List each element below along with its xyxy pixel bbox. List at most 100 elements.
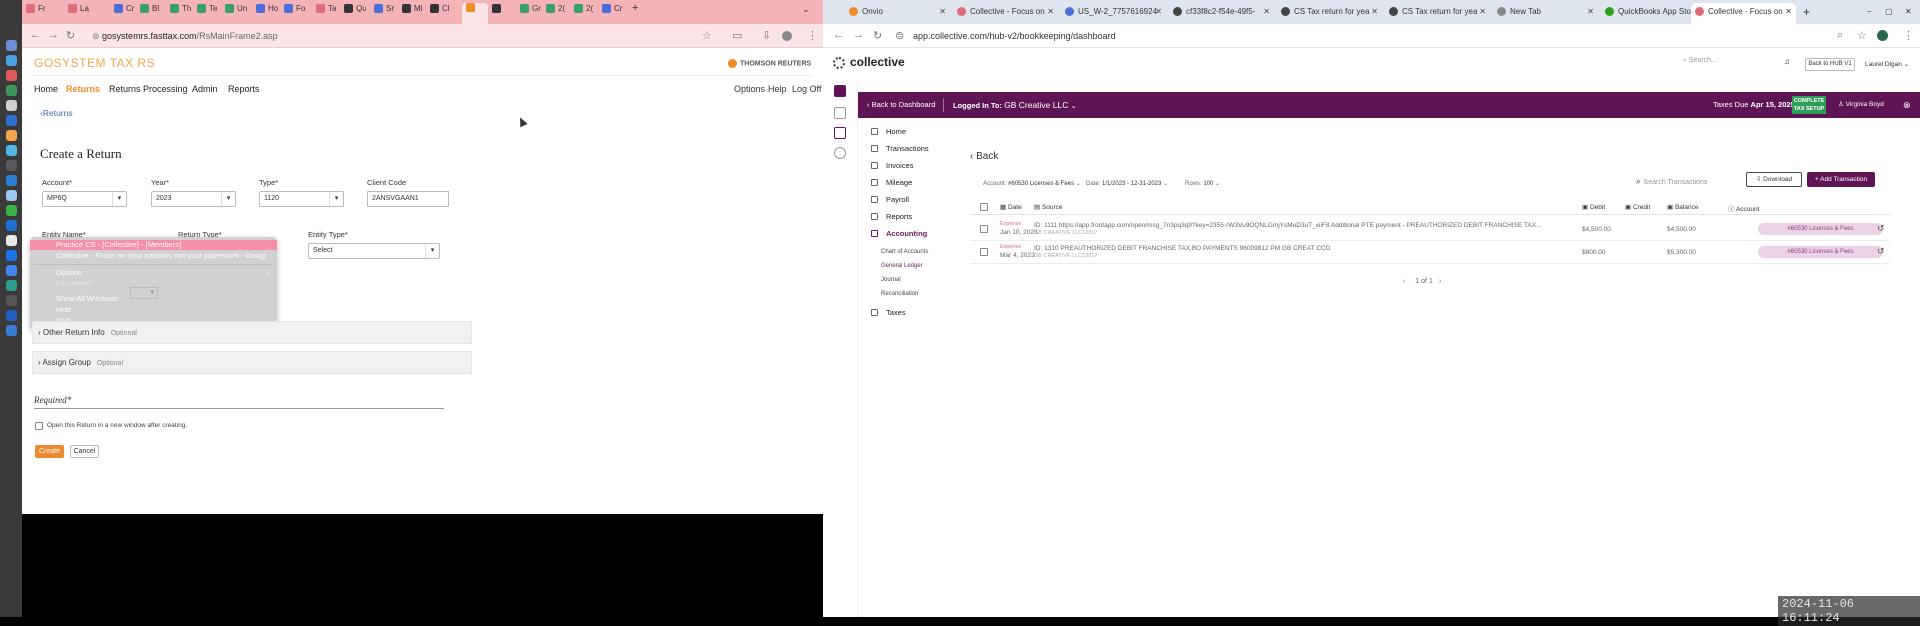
context-menu-window-item[interactable]: Practice CS - [Collective] - [Members] <box>30 240 277 250</box>
account-filter[interactable]: Account: #60530 Licenses & Fees ⌄ <box>983 180 1081 187</box>
app-icon[interactable] <box>6 100 17 111</box>
context-menu-options[interactable]: Options › <box>30 268 277 278</box>
browser-tab[interactable]: cf33f8c2-f54e-49f5- ✕ <box>1169 3 1274 21</box>
app-icon[interactable] <box>6 220 17 231</box>
back-to-hub-button[interactable]: Back to HUB V1 <box>1805 58 1855 71</box>
sidebar-item-reports[interactable]: Reports <box>886 212 912 221</box>
minimize-icon[interactable]: – <box>1863 3 1875 21</box>
browser-tab[interactable]: New Tab ✕ <box>1493 3 1598 21</box>
app-icon[interactable] <box>6 160 17 171</box>
entity-type-select[interactable]: Select ▾ <box>308 243 440 259</box>
column-header-balance[interactable]: ▣ Balance <box>1667 203 1698 211</box>
column-header-credit[interactable]: ▣ Credit <box>1625 203 1650 211</box>
column-header-debit[interactable]: ▣ Debit <box>1582 203 1605 211</box>
settings-icon[interactable] <box>834 147 846 159</box>
browser-tab[interactable]: CS Tax return for yea ✕ <box>1277 3 1382 21</box>
browser-tab[interactable]: Cr <box>602 4 624 20</box>
app-icon[interactable] <box>6 55 17 66</box>
close-tab-icon[interactable]: ✕ <box>1263 3 1270 21</box>
browser-tab-active[interactable]: Collective - Focus on ✕ <box>1691 3 1796 24</box>
profile-avatar[interactable] <box>782 31 792 41</box>
kebab-menu-icon[interactable]: ⋮ <box>1903 29 1914 42</box>
browser-tab[interactable]: US_W-2_7757616924 ✕ <box>1061 3 1166 21</box>
browser-tab[interactable]: Te <box>197 4 219 20</box>
back-to-dashboard-link[interactable]: ‹ Back to Dashboard <box>867 92 935 118</box>
browser-tab[interactable]: Fr <box>26 4 66 20</box>
app-icon[interactable] <box>6 205 17 216</box>
bookmark-star-icon[interactable]: ☆ <box>1857 29 1867 42</box>
app-icon[interactable] <box>6 310 17 321</box>
rows-filter[interactable]: Rows: 100 ⌄ <box>1185 180 1220 187</box>
chevron-left-icon[interactable]: ‹ <box>1403 278 1405 285</box>
sidebar-sub-chart-of-accounts[interactable]: Chart of Accounts <box>881 249 928 255</box>
history-icon[interactable]: ↺ <box>1877 223 1885 234</box>
close-tab-icon[interactable]: ✕ <box>1155 3 1162 21</box>
complete-tax-setup-badge[interactable]: COMPLETE TAX SETUP <box>1792 96 1826 114</box>
app-icon[interactable] <box>6 175 17 186</box>
back-icon[interactable]: ← <box>833 29 844 41</box>
browser-tab[interactable]: Bl <box>140 4 162 20</box>
open-new-window-checkbox[interactable] <box>35 422 43 430</box>
browser-tab[interactable]: La <box>68 4 90 20</box>
browser-tab[interactable]: Sr <box>374 4 396 20</box>
chevron-right-icon[interactable]: › <box>1439 278 1441 285</box>
browser-tab[interactable]: Ho <box>256 4 278 20</box>
company-switcher[interactable]: Logged In To: GB Creative LLC ⌄ <box>953 92 1077 118</box>
close-tab-icon[interactable]: ✕ <box>1047 3 1054 21</box>
advisor[interactable]: ♙ Virginia Boyd <box>1838 92 1884 118</box>
app-icon[interactable] <box>6 85 17 96</box>
app-icon[interactable] <box>6 265 17 276</box>
app-icon[interactable] <box>6 70 17 81</box>
close-tab-icon[interactable]: ✕ <box>1371 3 1378 21</box>
url-field[interactable]: app.collective.com/hub-v2/bookkeeping/da… <box>913 28 1116 44</box>
menu-home[interactable]: Home <box>34 84 58 94</box>
back-icon[interactable]: ← <box>30 29 41 41</box>
sidebar-item-transactions[interactable]: Transactions <box>886 144 929 153</box>
book-icon[interactable] <box>834 85 846 97</box>
reload-icon[interactable]: ↻ <box>873 29 882 42</box>
browser-tab-active[interactable] <box>462 3 488 24</box>
select-all-checkbox[interactable] <box>980 203 988 211</box>
sidebar-sub-general-ledger[interactable]: General Ledger <box>881 263 923 269</box>
context-menu-window-item[interactable]: Collective - Focus on your passion, not … <box>30 251 277 261</box>
assign-group-section[interactable]: › Assign Group Optional <box>32 351 472 374</box>
app-icon[interactable] <box>6 280 17 291</box>
browser-tab[interactable]: Mi <box>402 4 424 20</box>
context-menu-show-all-windows[interactable]: Show All Windows <box>30 294 277 304</box>
search-transactions-input[interactable]: ⌕ Search Transactions <box>1636 176 1707 187</box>
menu-admin[interactable]: Admin <box>192 84 218 94</box>
new-tab-icon[interactable]: + <box>632 2 644 18</box>
app-icon[interactable] <box>6 235 17 246</box>
sidebar-sub-journal[interactable]: Journal <box>881 277 901 283</box>
table-row[interactable]: Expense Jan 10, 2023 ID: 1111 https://ap… <box>970 218 1890 241</box>
sidebar-item-invoices[interactable]: Invoices <box>886 161 914 170</box>
row-checkbox[interactable] <box>980 225 988 233</box>
bookmark-star-icon[interactable]: ☆ <box>702 29 712 42</box>
browser-tab[interactable]: Onvio ✕ <box>845 3 950 21</box>
options-link[interactable]: Options <box>734 84 765 94</box>
browser-tab[interactable]: Fo <box>284 4 306 20</box>
sidebar-item-mileage[interactable]: Mileage <box>886 178 912 187</box>
calendar-icon[interactable] <box>834 107 846 119</box>
close-tab-icon[interactable]: ✕ <box>1479 3 1486 21</box>
account-select[interactable]: MP6Q ▾ <box>42 191 127 207</box>
app-icon[interactable] <box>6 130 17 141</box>
back-to-returns-link[interactable]: ‹Returns <box>40 108 73 118</box>
column-header-date[interactable]: ▦ Date <box>1000 203 1022 211</box>
maximize-icon[interactable]: ▢ <box>1881 3 1893 21</box>
new-tab-icon[interactable]: + <box>1799 3 1813 21</box>
zoom-icon[interactable]: ⌕ <box>1837 29 1843 42</box>
account-tag[interactable]: #60530 Licenses & Fees <box>1758 246 1883 258</box>
close-tab-icon[interactable]: ✕ <box>1785 3 1792 21</box>
browser-tab[interactable]: Cr <box>114 4 136 20</box>
app-icon[interactable] <box>6 40 17 51</box>
column-header-account[interactable]: ⓘ Account <box>1728 203 1759 213</box>
sidebar-item-taxes[interactable]: Taxes <box>886 308 906 317</box>
global-search-input[interactable]: ⌕ Search... <box>1683 57 1717 65</box>
sidebar-item-payroll[interactable]: Payroll <box>886 195 909 204</box>
browser-tab[interactable]: Un <box>225 4 247 20</box>
year-select[interactable]: 2023 ▾ <box>151 191 236 207</box>
app-icon[interactable] <box>6 325 17 336</box>
type-select[interactable]: 1120 ▾ <box>259 191 344 207</box>
app-icon[interactable] <box>6 250 17 261</box>
